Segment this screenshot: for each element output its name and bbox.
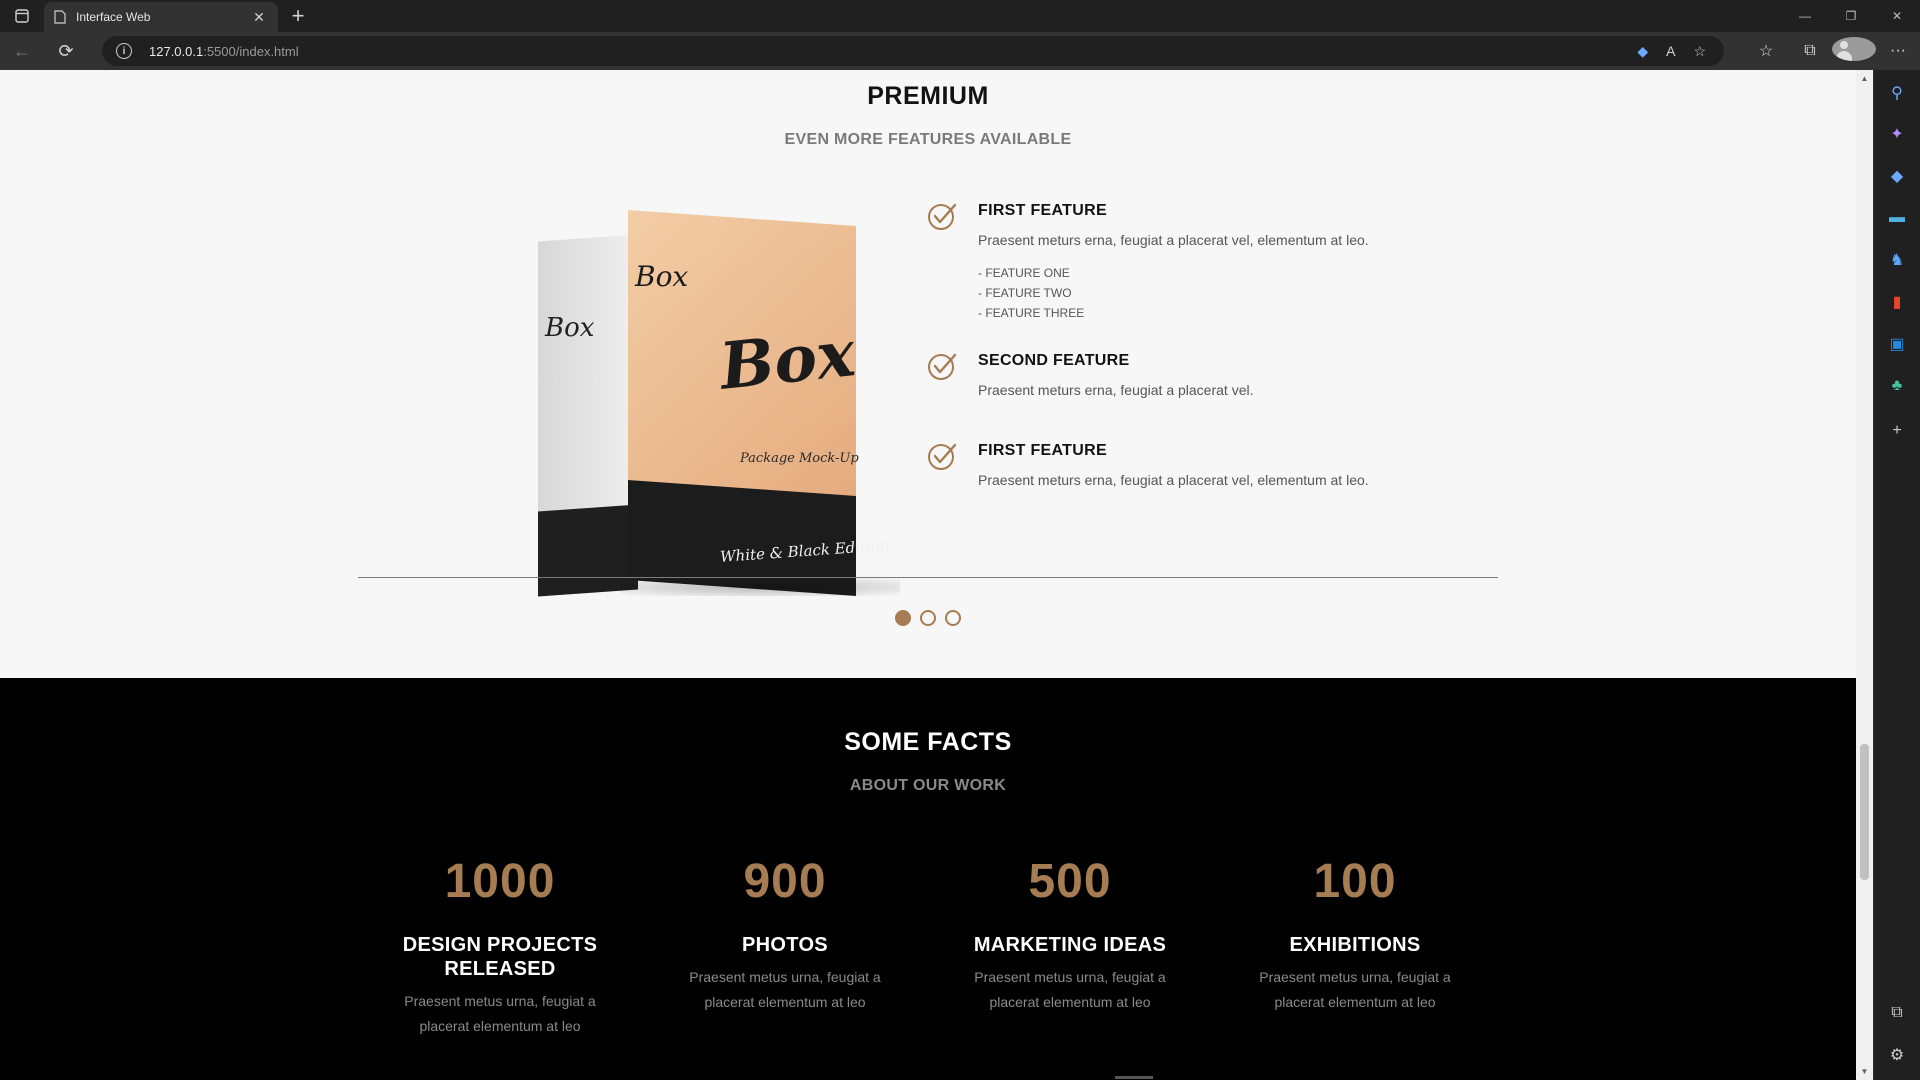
tab-actions-icon[interactable]: [0, 0, 44, 32]
split-screen-icon[interactable]: ⧉: [1886, 1002, 1908, 1024]
box-mockup-text: Package Mock-Up: [740, 451, 859, 466]
new-tab-button[interactable]: +: [278, 0, 318, 32]
feature-sublist: - FEATURE ONE - FEATURE TWO - FEATURE TH…: [978, 263, 1084, 323]
fact-label: PHOTOS: [742, 934, 828, 956]
restore-icon[interactable]: ❐: [1828, 0, 1874, 32]
carousel-dot-3[interactable]: [945, 610, 961, 626]
check-circle-icon: [928, 203, 957, 230]
fact-description: Praesent metus urna, feugiat a placerat …: [689, 969, 881, 1010]
page-scrollbar[interactable]: ▲ ▼: [1856, 70, 1873, 1080]
profile-avatar[interactable]: [1832, 36, 1876, 66]
carousel-dot-2[interactable]: [920, 610, 936, 626]
scroll-down-icon[interactable]: ▼: [1856, 1063, 1873, 1080]
feature-sublist-item: - FEATURE ONE: [978, 266, 1070, 280]
back-button[interactable]: ←: [0, 32, 44, 70]
fact-description: Praesent metus urna, feugiat a placerat …: [1259, 969, 1451, 1010]
page-viewport: PREMIUM EVEN MORE FEATURES AVAILABLE Box…: [0, 70, 1856, 1080]
feature-description: Praesent meturs erna, feugiat a placerat…: [978, 382, 1254, 398]
premium-subtitle: EVEN MORE FEATURES AVAILABLE: [784, 131, 1072, 148]
copper-box-brand: Box: [716, 316, 859, 405]
feature-description: Praesent meturs erna, feugiat a placerat…: [978, 232, 1369, 248]
outlook-icon[interactable]: ▣: [1886, 333, 1908, 355]
facts-section: SOME FACTS ABOUT OUR WORK 1000 DESIGN PR…: [0, 678, 1856, 1080]
settings-icon[interactable]: ⚙: [1886, 1044, 1908, 1066]
product-box-image: Box Box Box Package Mock-Up White & Blac…: [530, 198, 900, 608]
feature-sublist-item: - FEATURE TWO: [978, 286, 1072, 300]
tree-icon[interactable]: ♣: [1886, 375, 1908, 397]
fact-label: DESIGN PROJECTS RELEASED: [402, 934, 598, 980]
fact-item: 900 PHOTOS Praesent metus urna, feugiat …: [670, 854, 900, 1015]
address-bar[interactable]: i 127.0.0.1:5500/index.html ◆ A ☆: [102, 36, 1724, 66]
feature-title: SECOND FEATURE: [978, 352, 1130, 369]
scrollbar-thumb[interactable]: [1860, 744, 1869, 880]
carousel-dots: [0, 610, 1856, 626]
fact-description: Praesent metus urna, feugiat a placerat …: [974, 969, 1166, 1010]
box-shadow: [620, 578, 900, 596]
shopping-tag-icon[interactable]: ◆: [1886, 165, 1908, 187]
fact-number: 100: [1313, 855, 1397, 908]
info-icon[interactable]: i: [116, 43, 132, 59]
tab-title: Interface Web: [76, 10, 151, 24]
feature-sublist-item: - FEATURE THREE: [978, 306, 1085, 320]
fact-item: 500 MARKETING IDEAS Praesent metus urna,…: [955, 854, 1185, 1015]
fact-description: Praesent metus urna, feugiat a placerat …: [404, 993, 596, 1034]
white-box-brand: Box: [545, 313, 595, 343]
fact-item: 1000 DESIGN PROJECTS RELEASED Praesent m…: [385, 854, 615, 1039]
fact-label: MARKETING IDEAS: [973, 934, 1167, 956]
check-circle-icon: [928, 353, 957, 380]
copilot-icon[interactable]: ✦: [1886, 123, 1908, 145]
read-aloud-icon[interactable]: A: [1666, 43, 1675, 59]
copper-box-small-brand: Box: [635, 260, 689, 293]
fact-number: 1000: [444, 855, 556, 908]
favorites-icon[interactable]: ☆: [1744, 41, 1788, 61]
feature-title: FIRST FEATURE: [978, 202, 1107, 219]
favorite-add-icon[interactable]: ☆: [1693, 43, 1706, 60]
page-icon: [54, 10, 66, 24]
fact-number: 900: [743, 855, 827, 908]
carousel-dot-1[interactable]: [895, 610, 911, 626]
fact-number: 500: [1028, 855, 1112, 908]
tools-icon[interactable]: ▬: [1886, 207, 1908, 229]
url-host: 127.0.0.1: [149, 43, 204, 59]
section-divider: [358, 577, 1498, 578]
check-circle-icon: [928, 443, 957, 470]
premium-title: PREMIUM: [867, 82, 989, 110]
collections-icon[interactable]: ⧉: [1788, 42, 1832, 60]
premium-section: PREMIUM EVEN MORE FEATURES AVAILABLE Box…: [0, 70, 1856, 678]
url-path: :5500/index.html: [203, 43, 299, 59]
edge-sidebar: ⚲ ✦ ◆ ▬ ♞ ▮ ▣ ♣ + ⧉ ⚙: [1873, 70, 1920, 1080]
shopping-tag-icon[interactable]: ◆: [1637, 43, 1648, 60]
search-icon[interactable]: ⚲: [1886, 82, 1908, 104]
scroll-indicator: [1115, 1076, 1153, 1079]
feature-title: FIRST FEATURE: [978, 442, 1107, 459]
minimize-icon[interactable]: —: [1782, 0, 1828, 32]
window-controls: — ❐ ✕: [1782, 0, 1920, 32]
games-icon[interactable]: ♞: [1886, 249, 1908, 271]
office-icon[interactable]: ▮: [1886, 291, 1908, 313]
add-icon[interactable]: +: [1886, 420, 1908, 442]
refresh-button[interactable]: ⟳: [44, 32, 88, 70]
tab-bar: Interface Web ✕ + — ❐ ✕: [0, 0, 1920, 32]
close-tab-icon[interactable]: ✕: [250, 9, 268, 26]
browser-tab[interactable]: Interface Web ✕: [44, 2, 278, 32]
close-window-icon[interactable]: ✕: [1874, 0, 1920, 32]
facts-title: SOME FACTS: [844, 728, 1012, 756]
browser-toolbar: ← ⟳ i 127.0.0.1:5500/index.html ◆ A ☆ ☆ …: [0, 32, 1920, 70]
scroll-up-icon[interactable]: ▲: [1856, 70, 1873, 87]
more-icon[interactable]: ···: [1876, 42, 1920, 60]
feature-description: Praesent meturs erna, feugiat a placerat…: [978, 472, 1369, 488]
url-text: 127.0.0.1:5500/index.html: [149, 44, 299, 59]
fact-label: EXHIBITIONS: [1289, 934, 1421, 956]
fact-item: 100 EXHIBITIONS Praesent metus urna, feu…: [1240, 854, 1470, 1015]
facts-subtitle: ABOUT OUR WORK: [849, 777, 1007, 794]
